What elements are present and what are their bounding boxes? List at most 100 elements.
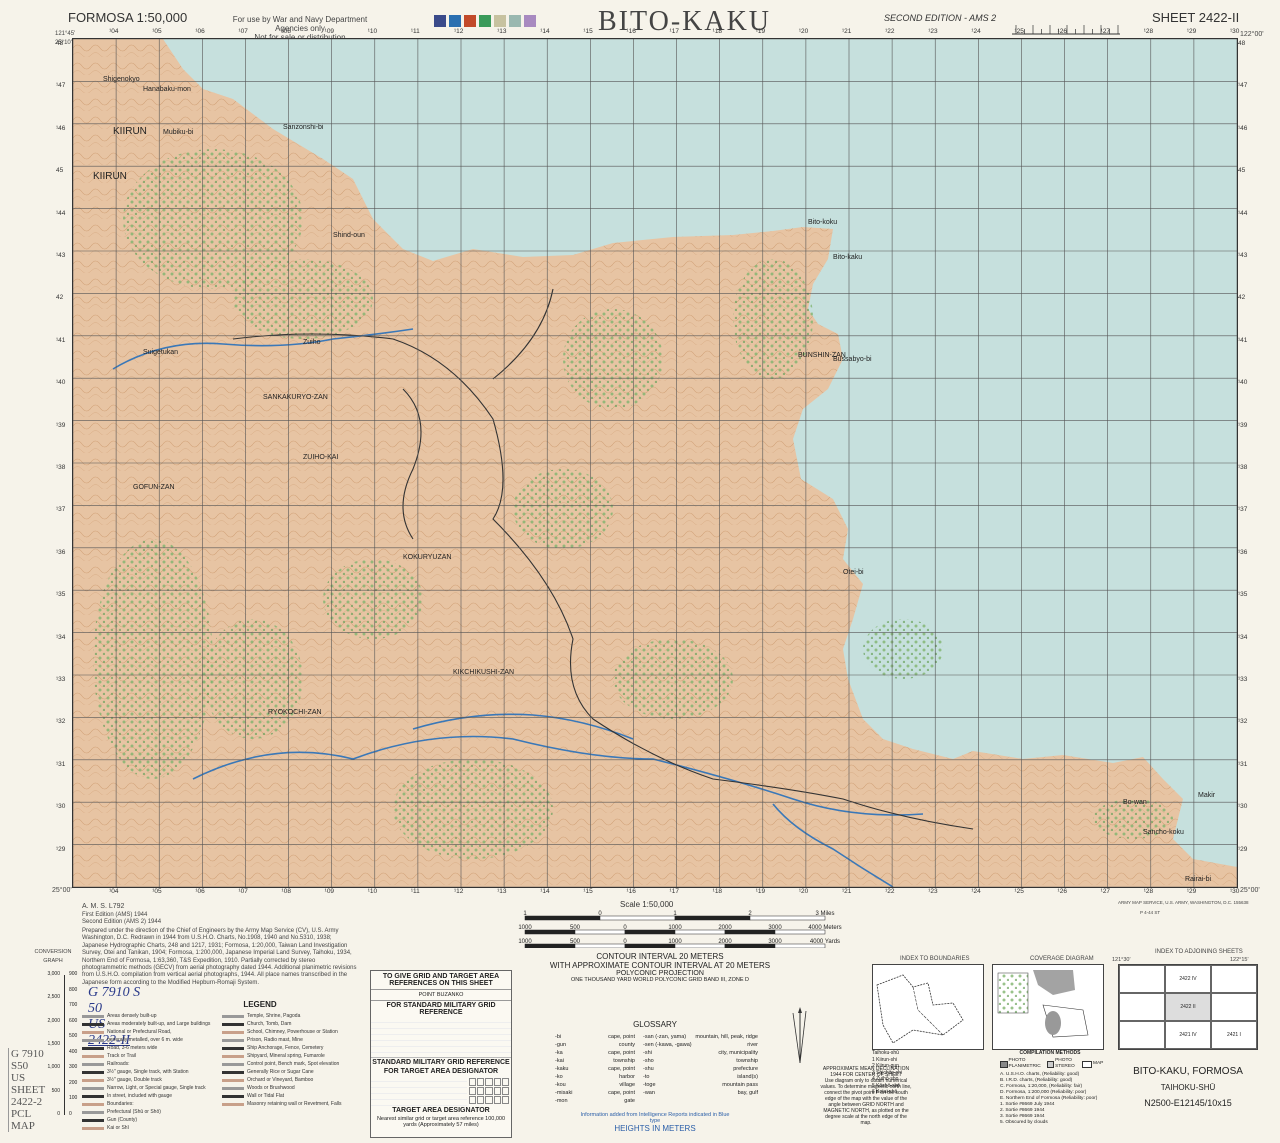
scale-tick-label: 500 (570, 939, 581, 945)
handwriting-line: G 7910 S (88, 985, 141, 1000)
grid-row-label: ¹32 (1238, 718, 1248, 726)
index-boundaries-map (872, 964, 984, 1050)
grid-row-label: ¹43 (56, 252, 66, 259)
legend-item: Railroads: (82, 1060, 222, 1068)
place-name: GOFUN-ZAN (133, 484, 175, 491)
legend-item: School, Chimney, Powerhouse or Station (222, 1028, 362, 1036)
grid-row-label: ¹41 (1238, 336, 1248, 344)
conversion-tick-feet: 2,500 (47, 994, 60, 1001)
coverage-legend-label: MAP (1092, 1061, 1104, 1066)
coverage-swatch (1000, 1060, 1008, 1068)
scale-segment (524, 915, 601, 921)
info-note: Information added from Intelligence Repo… (580, 1112, 730, 1124)
glossary-entry: -shu prefecture (643, 1066, 758, 1074)
grid-column-label: ¹11 (410, 888, 420, 895)
compilation-note: Prepared under the direction of the Chie… (82, 928, 357, 986)
corner-sw: 25°00' (52, 887, 72, 894)
legend-label: Railroads: (107, 1061, 130, 1067)
glossary-meaning: island(s) (737, 1074, 758, 1080)
map-canvas[interactable]: ShigenokyoHanabaku-mon KIIRUN KIIRUN Mubiku… (73, 39, 1237, 887)
legend-symbol (82, 1086, 104, 1090)
glossary-term: -shu (643, 1066, 654, 1072)
grid-column-label: ¹22 (885, 28, 895, 35)
grid-row-label: ¹32 (56, 718, 66, 726)
glossary-entry: -toge mountain pass (643, 1082, 758, 1090)
coverage-legend-item: MAP (1081, 1058, 1104, 1070)
color-swatch (509, 15, 521, 27)
adjoining-sheet-cell: 2421 I (1211, 1021, 1257, 1049)
stamp-line: S50 (11, 1060, 29, 1072)
legend-item: Control point, Bench mark, Spot elevatio… (222, 1060, 362, 1068)
glossary-term: -misaki (555, 1090, 573, 1096)
footer-name: BITO-KAKU, FORMOSA (1133, 1066, 1243, 1077)
grid-column-label: ¹26 (1057, 888, 1067, 895)
grid-column-label: ¹04 (109, 888, 119, 895)
grid-column-label: ¹08 (281, 888, 291, 895)
place-name: Bussabyo-bi (833, 356, 872, 363)
grid-column-label: ¹29 (1186, 888, 1197, 895)
scale-tick-label: 3 Miles (815, 911, 834, 917)
glossary-term: -ko (555, 1074, 563, 1080)
legend-label: Areas moderately built-up, and Large bui… (107, 1021, 211, 1027)
coverage-title: COVERAGE DIAGRAM (1030, 956, 1094, 962)
grid-column-label: ¹13 (497, 28, 507, 35)
glossary-meaning: township (613, 1058, 635, 1064)
glossary-term: -sho (643, 1058, 654, 1064)
grid-column-label: ¹25 (1014, 28, 1024, 35)
scale-tick-label: 1000 (518, 925, 532, 931)
series-label: FORMOSA 1:50,000 (68, 10, 188, 25)
legend-item: Ship Anchorage, Fence, Cemetery (222, 1044, 362, 1052)
corner-nw: 121°45' 25°10' (55, 31, 76, 46)
legend-symbol (82, 1094, 104, 1098)
grid-column-label: ¹15 (583, 888, 593, 895)
legend-label: Control point, Bench mark, Spot elevatio… (247, 1061, 340, 1067)
legend-item: Track or Trail (82, 1052, 222, 1060)
grid-column-label: ¹24 (971, 888, 981, 895)
glossary-meaning: city, municipality (718, 1050, 758, 1056)
legend-item: Masonry retaining wall or Revetment, Fal… (222, 1100, 362, 1108)
legend-symbol (82, 1062, 104, 1066)
legend-item: Kai or Shī (82, 1124, 222, 1132)
grid-row-label: ¹43 (1238, 252, 1248, 259)
forest-patch (733, 259, 813, 379)
index-boundaries-list: Taihoku-shū 1 Kiirun-shi 2 Kiirun-gun 3 Shi… (872, 1050, 982, 1096)
legend-label: Church, Tomb, Dam (247, 1021, 292, 1027)
legend-label: Orchard or Vineyard, Bamboo (247, 1077, 314, 1083)
grid-row-label: ¹44 (56, 209, 66, 217)
coverage-swatch (1047, 1060, 1055, 1068)
legend-item: Temple, Shrine, Pagoda (222, 1012, 362, 1020)
legend-label: Shipyard, Mineral spring, Fumarole (247, 1053, 325, 1059)
grid-row-label: ¹40 (56, 379, 66, 387)
glossary-entry: -sho township (643, 1058, 758, 1066)
legend-symbol (222, 1094, 244, 1098)
glossary-meaning: prefecture (733, 1066, 758, 1072)
legend-symbol (222, 1022, 244, 1026)
place-name: Hanabaku-mon (143, 86, 191, 93)
legend-symbol (82, 1030, 104, 1034)
color-swatch (464, 15, 476, 27)
legend-symbol (82, 1118, 104, 1122)
conversion-tick-meters: 800 (69, 986, 78, 993)
scale-segment (674, 915, 751, 921)
grid-column-label: ¹09 (324, 888, 335, 895)
conversion-graph-title: CONVERSION GRAPH (34, 949, 72, 964)
legend-label: Kai or Shī (107, 1125, 129, 1131)
forest-patch (863, 619, 943, 679)
conversion-tick-meters: 400 (69, 1048, 78, 1055)
glossary-entry: -ko harbor (555, 1074, 635, 1082)
legend-label: National or Prefectural Road, (107, 1029, 172, 1035)
adjoining-sheet-cell: 2422 IV (1165, 965, 1211, 993)
grid-column-label: ¹17 (669, 28, 679, 35)
map-frame[interactable]: Shigenokyo Hanabaku-mon KIIRUN KIIRUN Mubiku… (72, 38, 1238, 888)
legend-symbol (82, 1046, 104, 1050)
scale-tick-label: 4000 Yards (810, 939, 840, 945)
grid-note: ONE THOUSAND YARD WORLD POLYCONIC GRID B… (570, 977, 750, 983)
glossary-meaning: township (736, 1058, 758, 1064)
glossary-term: -toge (643, 1082, 656, 1088)
grid-row-label: ¹34 (56, 633, 66, 641)
glossary-entry: -kou village (555, 1082, 635, 1090)
legend-label: School, Chimney, Powerhouse or Station (247, 1029, 338, 1035)
legend-label: Areas densely built-up (107, 1013, 157, 1019)
grid-column-label: ¹16 (626, 28, 636, 35)
grid-row-label: ¹44 (1238, 209, 1248, 217)
